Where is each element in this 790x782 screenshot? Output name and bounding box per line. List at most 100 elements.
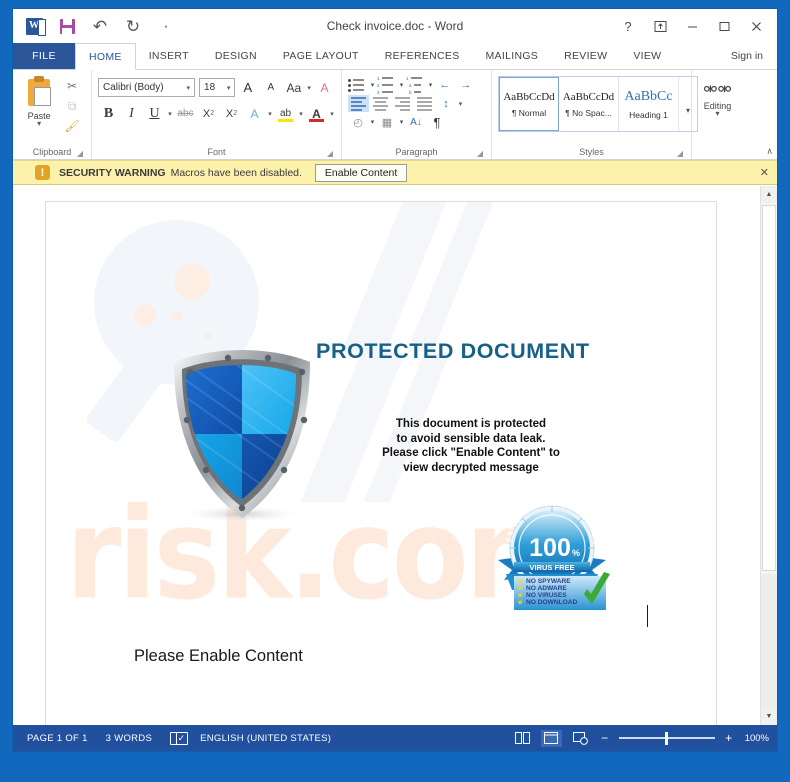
customize-qat-icon[interactable]: · bbox=[155, 15, 177, 37]
highlight-caret[interactable]: ▾ bbox=[298, 110, 304, 118]
tab-references[interactable]: REFERENCES bbox=[372, 43, 473, 69]
bullets-caret[interactable]: ▾ bbox=[369, 81, 376, 89]
text-effects-button[interactable]: A bbox=[244, 103, 265, 124]
scrollbar-thumb[interactable] bbox=[762, 205, 776, 571]
close-security-bar-icon[interactable]: ✕ bbox=[760, 166, 771, 179]
tab-page-layout[interactable]: PAGE LAYOUT bbox=[270, 43, 372, 69]
paste-button[interactable]: Paste ▾ bbox=[19, 74, 59, 144]
line-spacing-caret[interactable]: ▾ bbox=[457, 100, 464, 108]
multilevel-caret[interactable]: ▾ bbox=[427, 81, 434, 89]
shading-caret[interactable]: ▾ bbox=[369, 118, 376, 126]
superscript-button[interactable]: X2 bbox=[221, 103, 242, 124]
help-icon[interactable]: ? bbox=[613, 13, 643, 39]
paragraph-dialog-launcher[interactable]: ◢ bbox=[477, 149, 483, 158]
borders-caret[interactable]: ▾ bbox=[398, 118, 405, 126]
zoom-out-button[interactable]: − bbox=[599, 731, 611, 745]
multilevel-list-icon[interactable]: 1 a b bbox=[406, 76, 426, 95]
format-painter-icon[interactable]: 🖌 bbox=[64, 118, 81, 134]
enable-content-button[interactable]: Enable Content bbox=[314, 163, 408, 182]
zoom-level-label[interactable]: 100% bbox=[745, 733, 769, 744]
subscript-button[interactable]: X2 bbox=[198, 103, 219, 124]
underline-button[interactable]: U bbox=[144, 103, 165, 124]
font-dialog-launcher[interactable]: ◢ bbox=[327, 149, 333, 158]
text-highlight-button[interactable]: ab bbox=[275, 103, 296, 124]
shading-icon[interactable]: ◴ bbox=[348, 114, 368, 130]
borders-icon[interactable]: ▦ bbox=[377, 114, 397, 130]
italic-button[interactable]: I bbox=[121, 103, 142, 124]
document-page[interactable]: risk.com PROTECTED DOCUMENT This documen… bbox=[45, 201, 717, 725]
document-area[interactable]: risk.com PROTECTED DOCUMENT This documen… bbox=[13, 186, 777, 725]
tab-file[interactable]: FILE bbox=[13, 43, 75, 69]
vertical-scrollbar[interactable]: ▲ ▼ bbox=[760, 186, 777, 725]
font-color-caret[interactable]: ▾ bbox=[329, 110, 335, 118]
word-count[interactable]: 3 WORDS bbox=[106, 733, 152, 744]
decrease-indent-icon[interactable]: ← bbox=[435, 77, 455, 93]
change-case-button[interactable]: Aa bbox=[283, 77, 304, 98]
bullets-icon[interactable] bbox=[348, 77, 368, 93]
paste-dropdown-caret[interactable]: ▾ bbox=[37, 120, 41, 128]
align-center-icon[interactable] bbox=[370, 95, 391, 112]
justify-icon[interactable] bbox=[414, 95, 435, 112]
scroll-down-arrow-icon[interactable]: ▼ bbox=[761, 708, 777, 725]
maximize-icon[interactable] bbox=[709, 13, 739, 39]
align-left-icon[interactable] bbox=[348, 95, 369, 112]
read-mode-view-button[interactable] bbox=[512, 730, 533, 747]
sign-in-link[interactable]: Sign in bbox=[731, 43, 777, 69]
styles-dialog-launcher[interactable]: ◢ bbox=[677, 149, 683, 158]
numbering-icon[interactable]: 1 2 3 bbox=[377, 76, 397, 95]
style-item-no-spacing[interactable]: AaBbCcDd ¶ No Spac... bbox=[559, 77, 619, 131]
scroll-up-arrow-icon[interactable]: ▲ bbox=[761, 186, 777, 203]
collapse-ribbon-icon[interactable]: ∧ bbox=[766, 146, 773, 157]
language-indicator[interactable]: ENGLISH (UNITED STATES) bbox=[200, 733, 331, 744]
tab-review[interactable]: REVIEW bbox=[551, 43, 620, 69]
scrollbar-track[interactable] bbox=[761, 574, 777, 708]
print-layout-view-button[interactable] bbox=[540, 729, 562, 747]
style-item-heading-1[interactable]: AaBbCc Heading 1 bbox=[619, 77, 679, 131]
align-right-icon[interactable] bbox=[392, 95, 413, 112]
style-item-normal[interactable]: AaBbCcDd ¶ Normal bbox=[499, 77, 559, 131]
close-icon[interactable] bbox=[741, 13, 771, 39]
text-effects-caret[interactable]: ▾ bbox=[267, 110, 273, 118]
clear-formatting-button[interactable]: A bbox=[314, 77, 335, 98]
font-group-label-text: Font bbox=[207, 146, 226, 157]
font-size-caret[interactable]: ▾ bbox=[225, 84, 233, 92]
shrink-font-button[interactable]: A bbox=[260, 77, 281, 98]
zoom-in-button[interactable]: + bbox=[723, 731, 735, 745]
web-layout-view-button[interactable] bbox=[570, 730, 591, 747]
change-case-caret[interactable]: ▾ bbox=[306, 84, 312, 92]
redo-icon[interactable]: ↻ bbox=[122, 15, 144, 37]
font-name-input[interactable]: Calibri (Body) ▾ bbox=[98, 78, 196, 97]
body-line-1: This document is protected bbox=[395, 418, 547, 430]
editing-dropdown-caret[interactable]: ▾ bbox=[715, 110, 719, 118]
grow-font-button[interactable]: A bbox=[237, 77, 258, 98]
strikethrough-button[interactable]: abc bbox=[175, 103, 196, 124]
undo-icon[interactable]: ↶ bbox=[89, 15, 111, 37]
page-indicator[interactable]: PAGE 1 OF 1 bbox=[27, 733, 88, 744]
font-name-caret[interactable]: ▾ bbox=[185, 84, 193, 92]
underline-caret[interactable]: ▾ bbox=[167, 110, 173, 118]
copy-icon[interactable]: ⧉ bbox=[64, 98, 81, 114]
tab-mailings[interactable]: MAILINGS bbox=[473, 43, 552, 69]
clipboard-dialog-launcher[interactable]: ◢ bbox=[77, 149, 83, 158]
line-spacing-icon[interactable]: ↕ bbox=[436, 96, 456, 112]
cut-icon[interactable]: ✂ bbox=[64, 78, 81, 94]
tab-home[interactable]: HOME bbox=[75, 43, 136, 70]
minimize-icon[interactable] bbox=[677, 13, 707, 39]
increase-indent-icon[interactable]: → bbox=[456, 77, 476, 93]
tab-design[interactable]: DESIGN bbox=[202, 43, 270, 69]
word-app-icon[interactable] bbox=[23, 15, 46, 37]
bold-button[interactable]: B bbox=[98, 103, 119, 124]
editing-button[interactable]: ⚮⚮ Editing ▾ bbox=[698, 74, 737, 144]
font-color-button[interactable]: A bbox=[306, 103, 327, 124]
save-icon[interactable] bbox=[56, 15, 78, 37]
sort-icon[interactable]: A↓ bbox=[406, 114, 426, 130]
tab-view[interactable]: VIEW bbox=[620, 43, 674, 69]
font-size-input[interactable]: 18 ▾ bbox=[199, 78, 236, 97]
numbering-caret[interactable]: ▾ bbox=[398, 81, 405, 89]
zoom-slider-thumb[interactable] bbox=[664, 732, 668, 745]
zoom-slider[interactable] bbox=[618, 731, 715, 745]
tab-insert[interactable]: INSERT bbox=[136, 43, 202, 69]
proofing-errors-icon[interactable]: ✓ bbox=[170, 731, 189, 745]
ribbon-options-icon[interactable] bbox=[645, 13, 675, 39]
show-marks-icon[interactable]: ¶ bbox=[427, 114, 447, 130]
